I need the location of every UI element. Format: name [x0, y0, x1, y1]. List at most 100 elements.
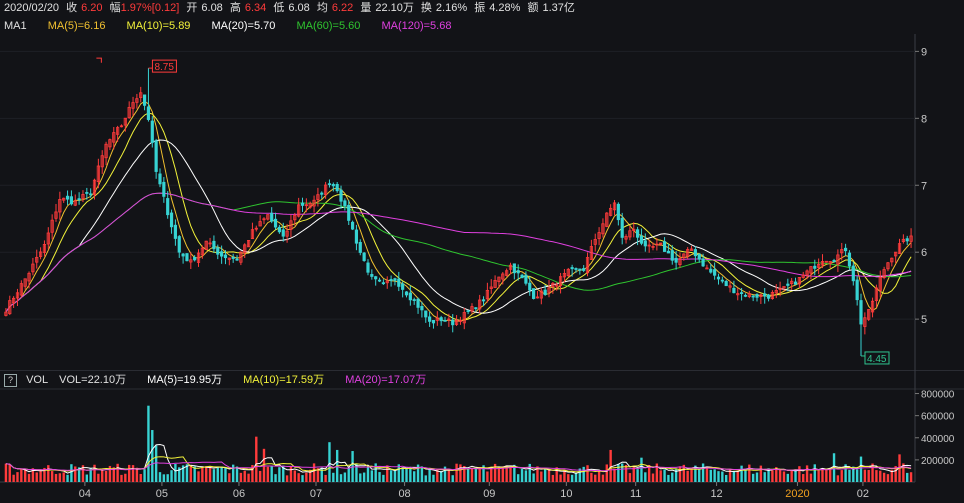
candle-body: [335, 183, 339, 192]
volume-bar: [490, 467, 493, 482]
candle-body: [350, 221, 355, 230]
volume-bar: [632, 466, 635, 482]
volume-bar: [798, 466, 801, 482]
candle-body: [158, 173, 162, 185]
volume-bar: [570, 474, 574, 482]
candle-body: [747, 293, 751, 297]
candle-body: [300, 202, 305, 206]
volume-legend-item: MA(20)=17.07万: [345, 374, 427, 386]
candle-body: [254, 227, 258, 230]
volume-bar: [821, 468, 824, 482]
volume-legend-name[interactable]: VOL: [26, 374, 48, 386]
ma-line: [5, 192, 912, 313]
volume-bar: [154, 445, 158, 482]
volume-bar: [909, 472, 913, 482]
candle-body: [693, 249, 697, 257]
candle-body: [867, 309, 871, 320]
candle-body: [81, 194, 85, 199]
volume-bar: [844, 464, 847, 482]
candle-body: [493, 280, 497, 288]
volume-bar: [536, 466, 539, 482]
volume-bar: [231, 464, 235, 482]
volume-bar: [882, 472, 886, 482]
volume-bar: [54, 473, 58, 482]
volume-bar: [285, 475, 289, 482]
candle-body: [266, 214, 270, 220]
candle-body: [774, 290, 778, 294]
volume-bar: [852, 466, 855, 482]
candle-body: [12, 297, 16, 304]
candle-body: [58, 199, 62, 213]
volume-bar: [875, 470, 878, 482]
candle-body: [535, 296, 540, 299]
volume-bar: [547, 469, 551, 482]
volume-bar: [420, 466, 424, 482]
candle-body: [662, 241, 667, 252]
candle-body: [624, 236, 628, 240]
time-tick-label: 04: [79, 488, 91, 500]
volume-bars: [4, 405, 913, 482]
candle-body: [578, 268, 582, 271]
candle-body: [196, 252, 201, 263]
volume-bar: [428, 469, 431, 482]
volume-legend: ? VOL VOL=22.10万 MA(5)=19.95万 MA(10)=17.…: [0, 370, 964, 389]
candle-body: [15, 292, 20, 299]
volume-legend-item: VOL=22.10万: [59, 374, 127, 386]
volume-bar: [220, 466, 223, 482]
quote-item: 开 6.08: [186, 2, 223, 14]
time-tick-label: 08: [398, 488, 410, 500]
volume-bar: [339, 474, 343, 482]
volume-bar: [97, 473, 100, 482]
candle-body: [177, 236, 181, 253]
candle-body: [324, 184, 328, 195]
candle-body: [389, 279, 393, 281]
candle-body: [327, 183, 332, 186]
volume-bar: [705, 467, 709, 482]
candle-body: [832, 260, 836, 263]
stock-chart[interactable]: 8.754.45 98765 800000600000400000200000 …: [0, 0, 964, 503]
quote-item: 额 1.37亿: [527, 2, 575, 14]
candle-body: [73, 200, 77, 206]
volume-bar: [590, 472, 593, 482]
volume-bar: [181, 465, 185, 482]
candle-body: [289, 220, 293, 230]
candle-body: [678, 258, 682, 266]
candle-body: [524, 274, 528, 284]
candle-body: [166, 198, 170, 216]
quote-item: 换 2.16%: [420, 2, 468, 14]
volume-bar: [247, 473, 250, 482]
candle-body: [220, 251, 224, 257]
volume-bar: [382, 474, 385, 482]
volume-bar: [416, 464, 420, 482]
volume-bar: [621, 463, 624, 482]
help-icon[interactable]: ?: [4, 373, 17, 387]
candle-body: [609, 207, 613, 216]
volume-bar: [243, 470, 246, 482]
volume-bar: [497, 466, 501, 482]
volume-ma-lines: [5, 443, 912, 474]
volume-bar: [509, 466, 512, 482]
volume-bar: [748, 464, 751, 482]
candle-body: [547, 287, 551, 293]
volume-bar: [374, 463, 377, 482]
price-axis: 9 8 7 6 5: [915, 46, 927, 326]
volume-bar: [805, 465, 809, 482]
volume-bar: [694, 465, 697, 482]
candle-body: [701, 258, 705, 267]
candle-body: [820, 261, 825, 266]
candle-body: [636, 229, 640, 238]
candle-body: [366, 262, 370, 273]
candle-body: [223, 254, 228, 259]
candle-body: [439, 317, 443, 322]
candle-body: [466, 310, 470, 313]
candle-body: [408, 292, 412, 301]
volume-bar: [193, 466, 196, 482]
candle-body: [628, 230, 632, 238]
candle-body: [320, 192, 324, 195]
ma-legend-name[interactable]: MA1: [4, 20, 27, 32]
candle-body: [605, 212, 609, 227]
candle-body: [851, 265, 855, 282]
volume-bar: [309, 469, 312, 482]
candle-body: [655, 243, 659, 246]
volume-bar: [405, 466, 408, 482]
